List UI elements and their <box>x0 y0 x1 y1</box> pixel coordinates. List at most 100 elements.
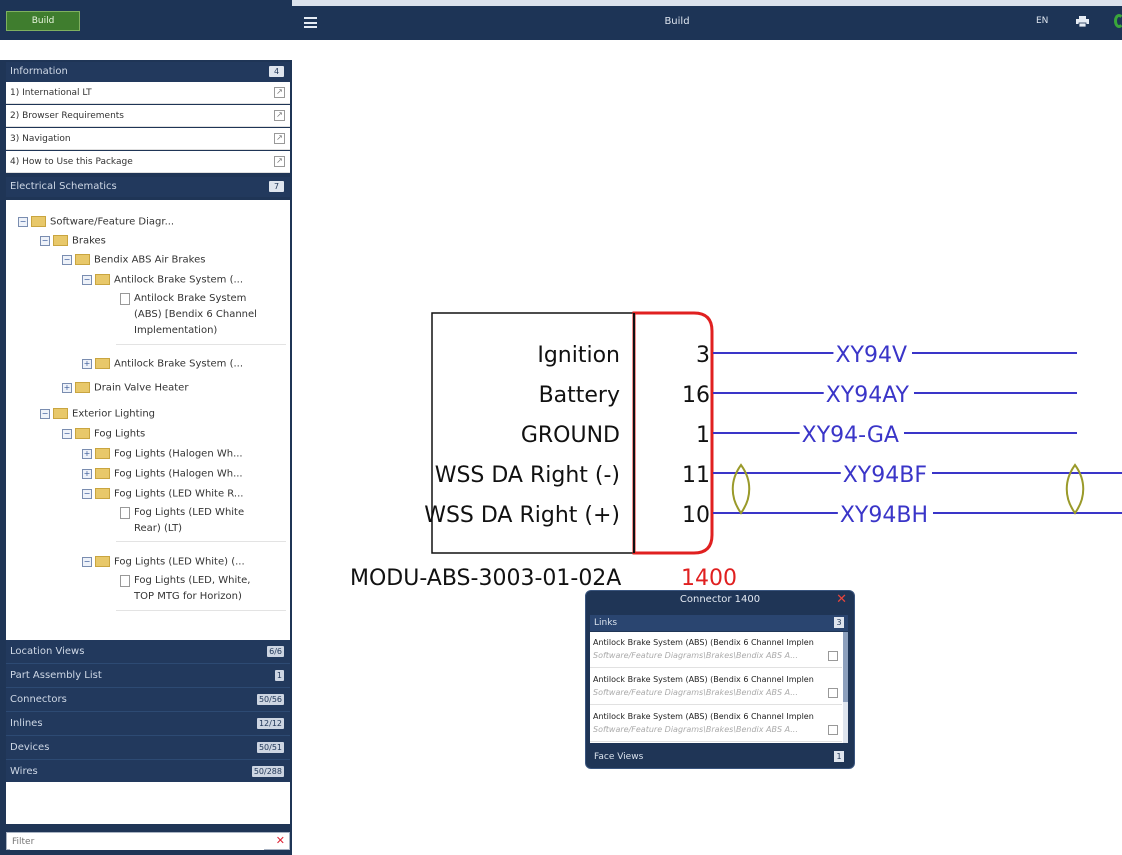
connector-number[interactable]: 1400 <box>681 566 737 591</box>
info-item-browser-requirements[interactable]: 2) Browser Requirements ↗ <box>6 105 290 127</box>
tree-node-software[interactable]: − Software/Feature Diagr... <box>18 216 174 228</box>
folder-icon <box>95 448 110 459</box>
build-button[interactable]: Build <box>6 11 80 31</box>
tree-doc-fog-led-white[interactable]: Fog Lights (LED, White, TOP MTG for Hori… <box>120 573 251 605</box>
list-label: Devices <box>10 742 50 753</box>
face-views-header[interactable]: Face Views 1 <box>590 749 848 765</box>
tree-node-brakes[interactable]: − Brakes <box>40 235 106 247</box>
menu-icon[interactable] <box>304 17 317 28</box>
page-title: Build <box>664 16 690 27</box>
external-link-icon[interactable] <box>828 725 838 735</box>
pin-label: GROUND <box>521 423 620 448</box>
info-item-label: 2) Browser Requirements <box>10 111 124 121</box>
devices-row[interactable]: Devices 50/51 <box>6 736 290 760</box>
face-views-badge: 1 <box>834 751 844 762</box>
links-title: Links <box>594 618 618 628</box>
language-selector[interactable]: EN <box>1036 16 1048 26</box>
pin-row[interactable]: WSS DA Right (-) 11 XY94BF <box>435 463 1122 488</box>
collapse-icon[interactable]: − <box>18 216 28 227</box>
wire-label[interactable]: XY94AY <box>826 383 910 408</box>
tree-node-drain-valve[interactable]: + Drain Valve Heater <box>62 382 188 394</box>
electrical-schematics-header[interactable]: Electrical Schematics 7 <box>6 177 290 197</box>
tree-node-fog-led-white[interactable]: − Fog Lights (LED White) (... <box>82 556 245 568</box>
pin-row[interactable]: GROUND 1 XY94-GA <box>521 423 1077 448</box>
expand-icon[interactable]: + <box>62 382 72 393</box>
list-label: Wires <box>10 766 38 777</box>
tree-node-fog-halogen-1[interactable]: + Fog Lights (Halogen Wh... <box>82 448 243 460</box>
link-item[interactable]: Antilock Brake System (ABS) (Bendix 6 Ch… <box>590 632 842 668</box>
external-link-icon[interactable]: ↗ <box>274 87 285 98</box>
pin-row[interactable]: Ignition 3 XY94V <box>537 343 1077 368</box>
external-link-icon[interactable] <box>828 651 838 661</box>
tree-node-antilock-2[interactable]: + Antilock Brake System (... <box>82 358 243 370</box>
wire-label[interactable]: XY94-GA <box>802 423 899 448</box>
inlines-row[interactable]: Inlines 12/12 <box>6 712 290 736</box>
count-badge: 50/288 <box>251 766 284 777</box>
external-link-icon[interactable]: ↗ <box>274 110 285 121</box>
connectors-row[interactable]: Connectors 50/56 <box>6 688 290 712</box>
folder-icon <box>95 556 110 567</box>
pin-label: Ignition <box>537 343 620 368</box>
folder-icon <box>53 408 68 419</box>
external-link-icon[interactable]: ↗ <box>274 156 285 167</box>
close-icon[interactable]: ✕ <box>836 592 847 607</box>
document-icon <box>120 293 130 305</box>
collapse-icon[interactable]: − <box>62 428 72 439</box>
pin-row[interactable]: Battery 16 XY94AY <box>539 383 1077 408</box>
collapse-icon[interactable]: − <box>82 488 92 499</box>
links-section-header[interactable]: Links 3 <box>590 615 848 631</box>
external-link-icon[interactable]: ↗ <box>274 133 285 144</box>
tree-node-fog-led-rear[interactable]: − Fog Lights (LED White R... <box>82 488 243 500</box>
folder-icon <box>95 488 110 499</box>
count-badge: 12/12 <box>256 718 284 729</box>
tree-doc-fog-led-rear[interactable]: Fog Lights (LED White Rear) (LT) <box>120 505 244 537</box>
scroll-thumb[interactable] <box>843 632 848 702</box>
tree-node-fog-halogen-2[interactable]: + Fog Lights (Halogen Wh... <box>82 468 243 480</box>
clear-filter-icon[interactable]: ✕ <box>276 834 285 847</box>
info-item-navigation[interactable]: 3) Navigation ↗ <box>6 128 290 150</box>
info-item-international-lt[interactable]: 1) International LT ↗ <box>6 82 290 104</box>
pin-row[interactable]: WSS DA Right (+) 10 XY94BH <box>424 503 1122 528</box>
pin-number: 11 <box>682 463 710 488</box>
info-item-how-to-use[interactable]: 4) How to Use this Package ↗ <box>6 151 290 173</box>
tree-doc-antilock[interactable]: Antilock Brake System (ABS) [Bendix 6 Ch… <box>120 291 257 339</box>
collapse-icon[interactable]: − <box>40 408 50 419</box>
list-label: Inlines <box>10 718 43 729</box>
top-bar: Build EN <box>292 0 1122 40</box>
links-badge: 3 <box>834 617 844 628</box>
document-icon <box>120 575 130 587</box>
expand-icon[interactable]: + <box>82 358 92 369</box>
tree-node-antilock-1[interactable]: − Antilock Brake System (... <box>82 274 243 286</box>
folder-icon <box>95 274 110 285</box>
sidebar-header: Build <box>0 0 292 40</box>
wire-label[interactable]: XY94BH <box>840 503 928 528</box>
pin-rows: Ignition 3 XY94V Battery 16 XY94AY GROUND 1 XY94… <box>424 343 1122 528</box>
information-section-header[interactable]: Information 4 <box>6 62 290 82</box>
links-list: Antilock Brake System (ABS) (Bendix 6 Ch… <box>590 632 848 743</box>
filter-input[interactable] <box>10 834 264 850</box>
wire-label[interactable]: XY94BF <box>843 463 927 488</box>
pin-label: WSS DA Right (-) <box>435 463 620 488</box>
tree-node-exterior-lighting[interactable]: − Exterior Lighting <box>40 408 155 420</box>
link-item[interactable]: Antilock Brake System (ABS) (Bendix 6 Ch… <box>590 669 842 705</box>
expand-icon[interactable]: + <box>82 468 92 479</box>
pin-label: WSS DA Right (+) <box>424 503 620 528</box>
collapse-icon[interactable]: − <box>40 235 50 246</box>
external-link-icon[interactable] <box>828 688 838 698</box>
print-icon[interactable] <box>1076 16 1089 27</box>
folder-icon <box>95 468 110 479</box>
wire-label[interactable]: XY94V <box>835 343 907 368</box>
collapse-icon[interactable]: − <box>82 556 92 567</box>
collapse-icon[interactable]: − <box>62 254 72 265</box>
part-assembly-list-row[interactable]: Part Assembly List 1 <box>6 664 290 688</box>
count-badge: 50/51 <box>256 742 284 753</box>
tree-node-fog-lights[interactable]: − Fog Lights <box>62 428 145 440</box>
pin-label: Battery <box>539 383 620 408</box>
collapse-icon[interactable]: − <box>82 274 92 285</box>
tree-node-bendix[interactable]: − Bendix ABS Air Brakes <box>62 254 205 266</box>
scrollbar[interactable] <box>843 632 848 743</box>
wires-row[interactable]: Wires 50/288 <box>6 760 290 784</box>
expand-icon[interactable]: + <box>82 448 92 459</box>
location-views-row[interactable]: Location Views 6/6 <box>6 640 290 664</box>
link-item[interactable]: Antilock Brake System (ABS) (Bendix 6 Ch… <box>590 706 842 742</box>
